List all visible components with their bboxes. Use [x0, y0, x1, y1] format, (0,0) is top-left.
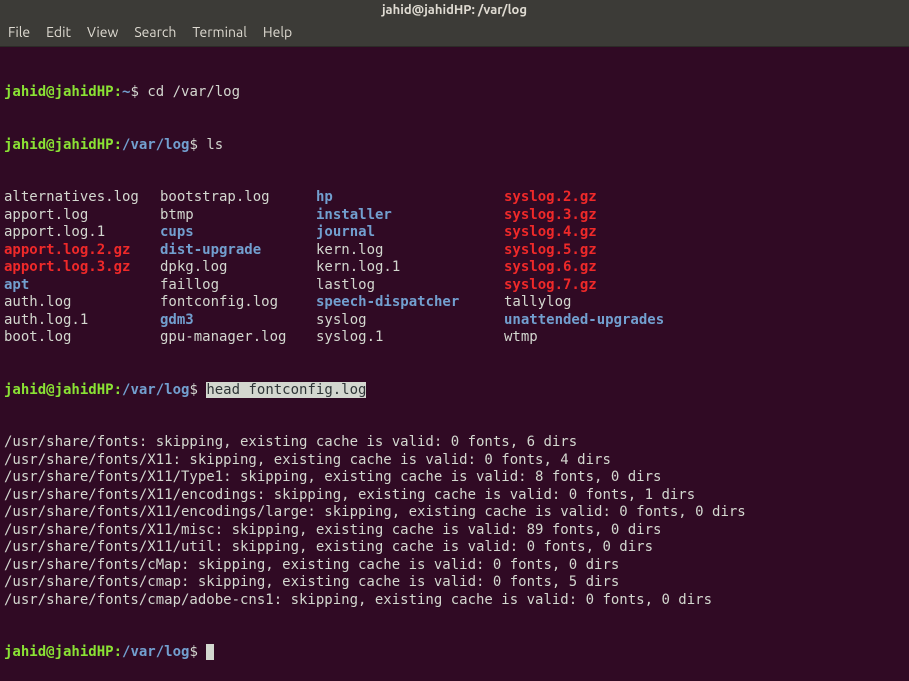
output-line: /usr/share/fonts/cMap: skipping, existin… [4, 557, 905, 575]
menu-view[interactable]: View [87, 24, 118, 40]
ls-entry: installer [316, 207, 504, 225]
ls-entry: journal [316, 224, 504, 242]
prompt-dollar: $ [189, 137, 197, 153]
ls-entry: syslog.4.gz [504, 224, 597, 242]
ls-entry: bootstrap.log [160, 189, 316, 207]
prompt-sep: : [114, 382, 122, 398]
menu-terminal[interactable]: Terminal [192, 24, 247, 40]
output-line: /usr/share/fonts/cmap/adobe-cns1: skippi… [4, 592, 905, 610]
head-output: /usr/share/fonts: skipping, existing cac… [4, 434, 905, 609]
ls-entry: kern.log.1 [316, 259, 504, 277]
ls-entry: wtmp [504, 329, 538, 347]
ls-entry: auth.log [4, 294, 160, 312]
ls-entry: apport.log [4, 207, 160, 225]
ls-row: auth.log.1gdm3syslogunattended-upgrades [4, 312, 905, 330]
ls-row: apport.log.3.gzdpkg.logkern.log.1syslog.… [4, 259, 905, 277]
ls-entry: apport.log.1 [4, 224, 160, 242]
ls-entry: apport.log.2.gz [4, 242, 160, 260]
ls-entry: dist-upgrade [160, 242, 316, 260]
ls-row: apport.log.2.gzdist-upgradekern.logsyslo… [4, 242, 905, 260]
ls-entry: kern.log [316, 242, 504, 260]
output-line: /usr/share/fonts/X11: skipping, existing… [4, 452, 905, 470]
prompt-sep: : [114, 137, 122, 153]
ls-entry: faillog [160, 277, 316, 295]
prompt-user: jahid@jahidHP [4, 382, 114, 398]
ls-row: alternatives.logbootstrap.loghpsyslog.2.… [4, 189, 905, 207]
cursor [206, 644, 214, 660]
prompt-dollar: $ [189, 382, 206, 398]
ls-entry: syslog.2.gz [504, 189, 597, 207]
ls-entry: dpkg.log [160, 259, 316, 277]
ls-entry: syslog.7.gz [504, 277, 597, 295]
menu-help[interactable]: Help [263, 24, 292, 40]
menubar: File Edit View Search Terminal Help [0, 20, 909, 47]
ls-entry: btmp [160, 207, 316, 225]
ls-row: boot.loggpu-manager.logsyslog.1wtmp [4, 329, 905, 347]
prompt-dollar: $ [130, 84, 138, 100]
menu-edit[interactable]: Edit [46, 24, 71, 40]
ls-entry: tallylog [504, 294, 571, 312]
command-highlighted: head fontconfig.log [206, 382, 366, 398]
ls-entry: apt [4, 277, 160, 295]
prompt-path: /var/log [122, 137, 189, 153]
output-line: /usr/share/fonts/cmap: skipping, existin… [4, 574, 905, 592]
ls-entry: gdm3 [160, 312, 316, 330]
window-title: jahid@jahidHP: /var/log [382, 3, 527, 17]
output-line: /usr/share/fonts/X11/encodings: skipping… [4, 487, 905, 505]
ls-entry: fontconfig.log [160, 294, 316, 312]
ls-row: apport.log.1cupsjournalsyslog.4.gz [4, 224, 905, 242]
ls-entry: alternatives.log [4, 189, 160, 207]
ls-entry: hp [316, 189, 504, 207]
prompt-path: /var/log [122, 382, 189, 398]
window-titlebar: jahid@jahidHP: /var/log [0, 0, 909, 20]
ls-output: alternatives.logbootstrap.loghpsyslog.2.… [4, 189, 905, 347]
ls-entry: syslog.3.gz [504, 207, 597, 225]
prompt-user: jahid@jahidHP [4, 84, 114, 100]
prompt-line-3: jahid@jahidHP:/var/log$ head fontconfig.… [4, 382, 905, 400]
ls-row: auth.logfontconfig.logspeech-dispatchert… [4, 294, 905, 312]
menu-search[interactable]: Search [134, 24, 176, 40]
output-line: /usr/share/fonts/X11/util: skipping, exi… [4, 539, 905, 557]
output-line: /usr/share/fonts/X11/encodings/large: sk… [4, 504, 905, 522]
prompt-path: /var/log [122, 644, 189, 660]
prompt-user: jahid@jahidHP [4, 137, 114, 153]
output-line: /usr/share/fonts/X11/misc: skipping, exi… [4, 522, 905, 540]
ls-entry: speech-dispatcher [316, 294, 504, 312]
ls-entry: cups [160, 224, 316, 242]
ls-row: apport.logbtmpinstallersyslog.3.gz [4, 207, 905, 225]
prompt-sep: : [114, 644, 122, 660]
output-line: /usr/share/fonts/X11/Type1: skipping, ex… [4, 469, 905, 487]
ls-entry: unattended-upgrades [504, 312, 664, 330]
prompt-line-1: jahid@jahidHP:~$ cd /var/log [4, 84, 905, 102]
command-text: cd /var/log [147, 84, 240, 100]
prompt-line-2: jahid@jahidHP:/var/log$ ls [4, 137, 905, 155]
prompt-dollar: $ [189, 644, 206, 660]
ls-entry: apport.log.3.gz [4, 259, 160, 277]
ls-entry: lastlog [316, 277, 504, 295]
prompt-line-4: jahid@jahidHP:/var/log$ [4, 644, 905, 662]
terminal-area[interactable]: jahid@jahidHP:~$ cd /var/log jahid@jahid… [0, 47, 909, 681]
command-text: ls [206, 137, 223, 153]
ls-entry: syslog [316, 312, 504, 330]
ls-entry: syslog.1 [316, 329, 504, 347]
ls-entry: syslog.5.gz [504, 242, 597, 260]
prompt-sep: : [114, 84, 122, 100]
menu-file[interactable]: File [8, 24, 30, 40]
prompt-user: jahid@jahidHP [4, 644, 114, 660]
ls-row: aptfailloglastlogsyslog.7.gz [4, 277, 905, 295]
ls-entry: syslog.6.gz [504, 259, 597, 277]
ls-entry: gpu-manager.log [160, 329, 316, 347]
ls-entry: auth.log.1 [4, 312, 160, 330]
ls-entry: boot.log [4, 329, 160, 347]
output-line: /usr/share/fonts: skipping, existing cac… [4, 434, 905, 452]
